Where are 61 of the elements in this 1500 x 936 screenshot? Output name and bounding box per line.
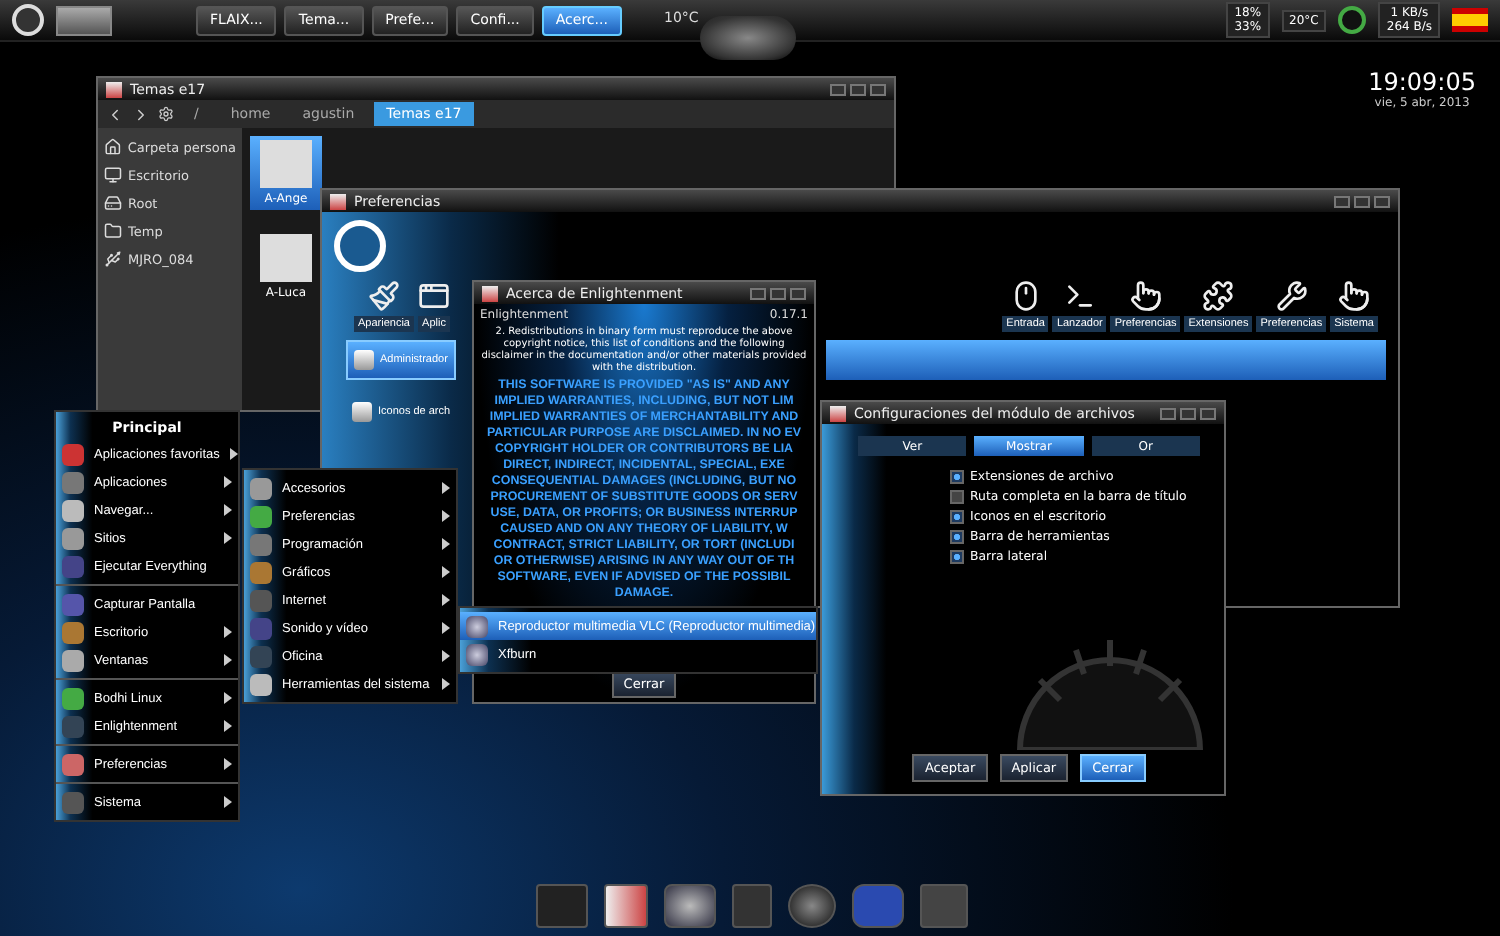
app-icon bbox=[62, 499, 84, 521]
app-icon bbox=[62, 593, 84, 615]
checkbox[interactable] bbox=[950, 470, 964, 484]
app-icon bbox=[250, 533, 272, 555]
desktop-pager-icon[interactable] bbox=[56, 5, 112, 35]
home-icon bbox=[104, 138, 122, 156]
app-icon bbox=[250, 589, 272, 611]
app-icon bbox=[250, 673, 272, 695]
drive-icon bbox=[104, 194, 122, 212]
close-icon[interactable] bbox=[790, 287, 806, 299]
theme-thumbnail bbox=[260, 234, 312, 282]
app-icon bbox=[62, 555, 84, 577]
settings-icon[interactable] bbox=[158, 106, 174, 122]
app-icon bbox=[62, 443, 84, 465]
cloud-icon bbox=[700, 16, 796, 60]
app-icon bbox=[250, 617, 272, 639]
app-icon bbox=[250, 477, 272, 499]
mouse-icon bbox=[1009, 280, 1042, 312]
app-icon bbox=[62, 715, 84, 737]
document-icon bbox=[354, 350, 374, 370]
maximize-icon[interactable] bbox=[1354, 195, 1370, 207]
close-icon[interactable] bbox=[870, 83, 886, 95]
document-icon bbox=[352, 402, 372, 422]
app-icon bbox=[250, 505, 272, 527]
paintbrush-icon bbox=[368, 280, 400, 312]
checkbox[interactable] bbox=[950, 530, 964, 544]
app-icon bbox=[62, 527, 84, 549]
clock-time: 19:09:05 bbox=[1368, 68, 1476, 96]
minimize-icon[interactable] bbox=[1334, 195, 1350, 207]
checkbox[interactable] bbox=[950, 490, 964, 504]
app-icon bbox=[62, 687, 84, 709]
maximize-icon[interactable] bbox=[850, 83, 866, 95]
close-icon[interactable] bbox=[1200, 407, 1216, 419]
usb-drive-icon bbox=[104, 250, 122, 268]
minimize-icon[interactable] bbox=[830, 83, 846, 95]
gauge-icon bbox=[1338, 6, 1367, 34]
minimize-icon[interactable] bbox=[1160, 407, 1176, 419]
app-icon bbox=[250, 561, 272, 583]
theme-thumbnail bbox=[260, 140, 312, 188]
checkbox[interactable] bbox=[950, 550, 964, 564]
app-icon bbox=[62, 791, 84, 813]
logo-icon bbox=[334, 220, 386, 272]
flag-icon[interactable] bbox=[1452, 8, 1488, 32]
forward-icon[interactable] bbox=[132, 105, 150, 123]
maximize-icon[interactable] bbox=[1180, 407, 1196, 419]
launcher-icon[interactable] bbox=[12, 4, 44, 36]
app-icon bbox=[62, 471, 84, 493]
maximize-icon[interactable] bbox=[770, 287, 786, 299]
back-icon[interactable] bbox=[106, 105, 124, 123]
checkbox[interactable] bbox=[950, 510, 964, 524]
close-icon[interactable] bbox=[1374, 195, 1390, 207]
sphere-icon[interactable] bbox=[788, 884, 836, 928]
app-icon bbox=[62, 621, 84, 643]
app-icon bbox=[250, 645, 272, 667]
app-icon bbox=[62, 649, 84, 671]
puzzle-icon bbox=[1202, 280, 1235, 312]
window-icon bbox=[418, 280, 450, 312]
terminal-icon bbox=[1063, 280, 1096, 312]
minimize-icon[interactable] bbox=[750, 287, 766, 299]
wrench-icon bbox=[1275, 280, 1308, 312]
app-icon bbox=[62, 753, 84, 775]
